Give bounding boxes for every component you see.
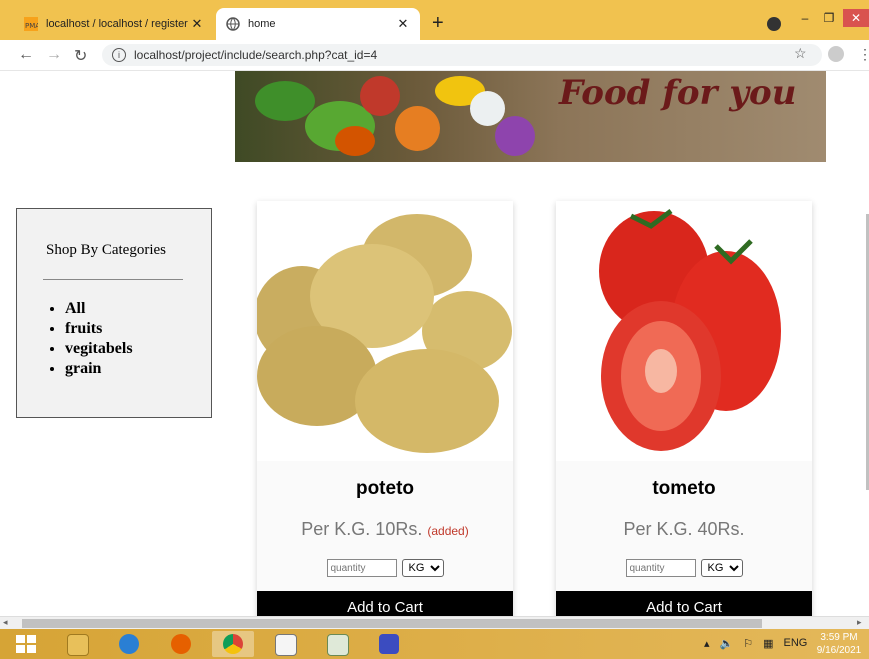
language-indicator[interactable]: ENG xyxy=(784,637,808,650)
price-text: Per K.G. 10Rs. xyxy=(301,519,423,539)
app-u-icon[interactable] xyxy=(368,631,410,657)
system-tray: ▴ 🔈 ⚐ ▦ ENG xyxy=(704,637,807,650)
address-bar[interactable]: i localhost/project/include/search.php?c… xyxy=(102,44,822,66)
product-card-tometo: tometo Per K.G. 40Rs. KG Add to Cart xyxy=(556,201,812,616)
vegetable-shape xyxy=(255,81,315,121)
add-to-cart-button[interactable]: Add to Cart xyxy=(257,591,513,616)
windows-taskbar: ▴ 🔈 ⚐ ▦ ENG 3:59 PM 9/16/2021 xyxy=(0,629,869,659)
product-price: Per K.G. 40Rs. xyxy=(556,519,812,540)
scrollbar-thumb[interactable] xyxy=(22,619,762,628)
scroll-left-icon[interactable]: ◂ xyxy=(3,617,8,628)
internet-explorer-icon[interactable] xyxy=(108,631,150,657)
unit-select[interactable]: KG xyxy=(700,559,743,577)
divider xyxy=(43,279,183,280)
close-icon[interactable]: ✕ xyxy=(188,16,206,32)
new-tab-button[interactable]: + xyxy=(432,12,444,35)
minimize-button[interactable]: – xyxy=(795,9,815,27)
file-explorer-icon[interactable] xyxy=(56,631,98,657)
vegetable-shape xyxy=(395,106,440,151)
url-text: localhost/project/include/search.php?cat… xyxy=(134,48,378,62)
category-item-fruits[interactable]: fruits xyxy=(65,319,133,339)
phpmyadmin-icon: PMA xyxy=(24,17,40,31)
category-item-all[interactable]: All xyxy=(65,299,133,319)
added-status: (added) xyxy=(427,524,469,538)
chrome-icon[interactable] xyxy=(212,631,254,657)
product-name: tometo xyxy=(652,478,716,499)
category-list: All fruits vegitabels grain xyxy=(47,299,133,379)
clock-time: 3:59 PM xyxy=(820,632,858,643)
svg-text:PMA: PMA xyxy=(25,22,38,30)
vegetable-shape xyxy=(360,76,400,116)
scroll-right-icon[interactable]: ▸ xyxy=(857,617,862,628)
forward-arrow-icon[interactable]: → xyxy=(46,46,62,64)
order-form: KG xyxy=(556,559,812,577)
quantity-input[interactable] xyxy=(326,559,397,577)
profile-icon[interactable] xyxy=(767,17,781,31)
clock-date: 9/16/2021 xyxy=(816,645,862,656)
tray-arrow-icon[interactable]: ▴ xyxy=(704,637,710,650)
tab-phpmyadmin[interactable]: PMA localhost / localhost / register / s… xyxy=(14,8,214,40)
category-item-vegitabels[interactable]: vegitabels xyxy=(65,339,133,359)
order-form: KG xyxy=(257,559,513,577)
page-content: Food for you Shop By Categories All frui… xyxy=(0,71,869,616)
clock[interactable]: 3:59 PM 9/16/2021 xyxy=(814,631,864,657)
restore-button[interactable]: ❐ xyxy=(819,9,839,27)
unit-select[interactable]: KG xyxy=(401,559,444,577)
notepad-icon[interactable] xyxy=(316,631,358,657)
product-price: Per K.G. 10Rs. (added) xyxy=(257,519,513,540)
category-item-grain[interactable]: grain xyxy=(65,359,133,379)
back-arrow-icon[interactable]: ← xyxy=(18,46,34,64)
paint-icon[interactable] xyxy=(264,631,306,657)
banner-image: Food for you xyxy=(235,71,826,162)
network-icon[interactable]: ▦ xyxy=(763,637,773,650)
volume-icon[interactable]: 🔈 xyxy=(720,637,734,650)
sidebar-title: Shop By Categories xyxy=(46,242,166,258)
product-image-potato xyxy=(254,201,513,461)
tab-home[interactable]: home ✕ xyxy=(216,8,420,40)
windows-start-icon[interactable] xyxy=(16,635,36,653)
window-close-button[interactable]: ✕ xyxy=(843,9,869,27)
product-image-tomato xyxy=(556,201,812,461)
bookmark-star-icon[interactable]: ☆ xyxy=(794,45,807,62)
flag-icon[interactable]: ⚐ xyxy=(743,637,753,650)
kebab-menu-icon[interactable]: ⋮ xyxy=(858,46,869,63)
price-text: Per K.G. 40Rs. xyxy=(623,519,745,539)
product-card-poteto: poteto Per K.G. 10Rs. (added) KG Add to … xyxy=(254,201,513,616)
reload-icon[interactable]: ↻ xyxy=(74,46,87,66)
vegetable-shape xyxy=(495,116,535,156)
vegetable-shape xyxy=(470,91,505,126)
product-name: poteto xyxy=(355,478,415,499)
category-sidebar: Shop By Categories All fruits vegitabels… xyxy=(16,208,212,418)
quantity-input[interactable] xyxy=(625,559,696,577)
account-icon[interactable] xyxy=(828,46,844,62)
browser-toolbar: ← → ↻ i localhost/project/include/search… xyxy=(0,40,869,71)
vegetable-shape xyxy=(335,126,375,156)
tab-title: home xyxy=(248,18,276,30)
browser-tab-strip: PMA localhost / localhost / register / s… xyxy=(0,0,869,40)
globe-icon xyxy=(226,17,240,31)
add-to-cart-button[interactable]: Add to Cart xyxy=(556,591,812,616)
horizontal-scrollbar[interactable]: ◂ ▸ xyxy=(0,616,869,630)
tab-title: localhost / localhost / register / s xyxy=(46,18,188,30)
info-icon[interactable]: i xyxy=(112,48,126,62)
close-icon[interactable]: ✕ xyxy=(394,16,412,32)
firefox-icon[interactable] xyxy=(160,631,202,657)
banner-title: Food for you xyxy=(559,73,797,113)
